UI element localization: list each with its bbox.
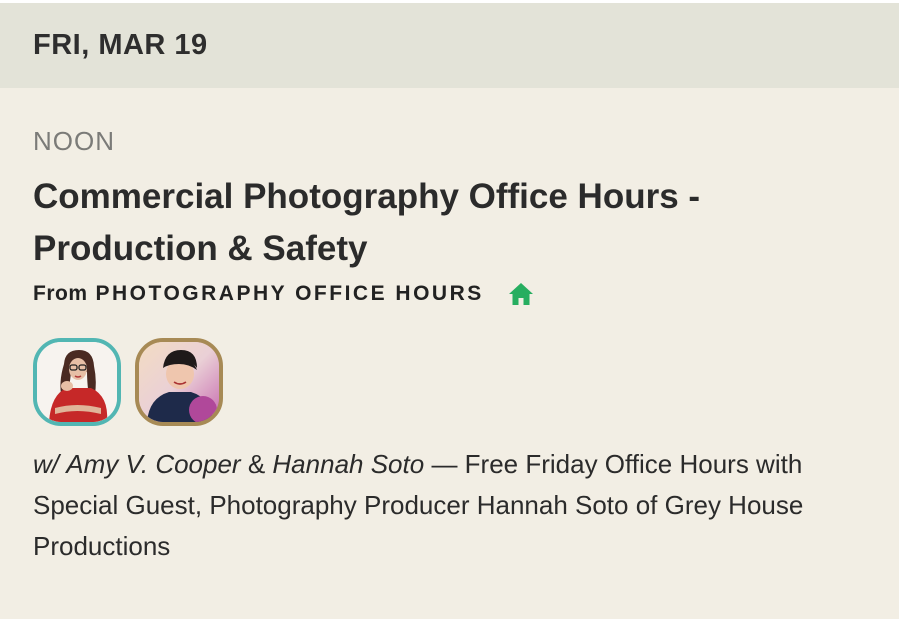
host-avatars [33,338,237,426]
event-title[interactable]: Commercial Photography Office Hours - Pr… [33,171,813,275]
desc-host-1[interactable]: Amy V. Cooper [66,449,240,479]
avatar-amy-v-cooper[interactable] [33,338,121,426]
event-time: NOON [33,126,115,156]
desc-prefix: w/ [33,449,59,479]
date-label: FRI, MAR 19 [33,29,208,61]
desc-host-2[interactable]: Hannah Soto [272,449,424,479]
house-icon [508,282,534,306]
event-description: w/ Amy V. Cooper & Hannah Soto — Free Fr… [33,444,833,567]
date-header: FRI, MAR 19 [0,3,899,88]
club-prefix: From [33,282,88,305]
avatar-hannah-soto[interactable] [135,338,223,426]
club-name[interactable]: PHOTOGRAPHY OFFICE HOURS [96,282,484,306]
club-line[interactable]: From PHOTOGRAPHY OFFICE HOURS [33,282,534,306]
desc-joiner: & [247,449,266,479]
